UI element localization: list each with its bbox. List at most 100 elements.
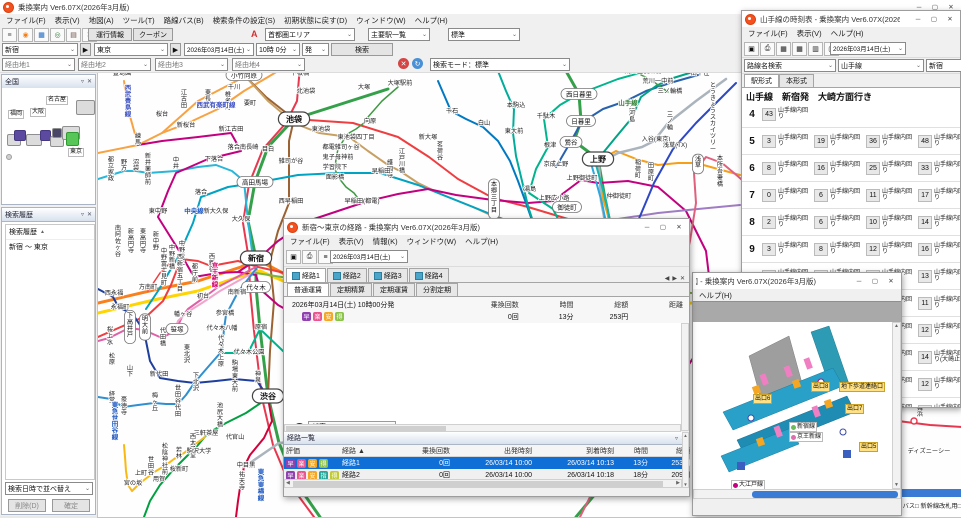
region-box-tokyo[interactable] [66, 132, 79, 146]
tab-route4[interactable]: 経路4 [408, 268, 449, 282]
minute-box[interactable]: 10 [866, 215, 880, 229]
from-station-input[interactable]: 新宿 ⌄ [2, 43, 78, 56]
timetable-cell[interactable]: 36 山手線内回り [866, 134, 918, 148]
column-header[interactable]: 評価 [284, 446, 342, 456]
menu-help[interactable]: ヘルプ(H) [699, 290, 732, 301]
fare-tab[interactable]: 定期精算 [330, 283, 372, 296]
tab-route2[interactable]: 経路2 [326, 268, 367, 282]
timetable-cell[interactable]: 25 山手線内回り [866, 161, 918, 175]
close-icon[interactable]: ✕ [87, 78, 92, 85]
history-item[interactable]: 新宿 ～ 東京 [6, 240, 94, 254]
route-date-select[interactable]: 2026年03月14日(土) ⌄ [330, 250, 408, 263]
confirm-button[interactable]: 確定 [52, 499, 90, 512]
pin-icon[interactable]: ▿ [675, 435, 678, 442]
toolbar-icon[interactable]: ▦ [776, 42, 791, 56]
toolbar-icon[interactable]: ▦ [34, 28, 49, 42]
stationmap-vscrollbar[interactable]: ▲ ▼ [892, 322, 901, 489]
timetable-cell[interactable]: 10山手線内回り [866, 215, 918, 229]
pin-icon[interactable]: ▿ [81, 78, 84, 85]
stationmap-hscrollbar[interactable] [693, 489, 901, 499]
menu-item[interactable]: 表示(V) [797, 28, 822, 39]
minute-box[interactable]: 12 [918, 377, 932, 391]
minute-box[interactable]: 43 [762, 107, 776, 121]
toolbar-icon[interactable]: ⎙ [302, 250, 317, 264]
search-mode-select[interactable]: 検索モード：標準 ⌄ [430, 58, 570, 71]
clear-stations-icon[interactable]: ✕ [398, 58, 409, 69]
timetable-cell[interactable]: 16山手線内回り [918, 242, 960, 256]
fare-tab[interactable]: 普通運賃 [287, 283, 329, 296]
maximize-icon[interactable]: ▢ [656, 222, 670, 233]
timetable-cell[interactable]: 13山手線内回り [918, 269, 960, 283]
toolbar-icon[interactable]: ⎙ [760, 42, 775, 56]
timetable-cell[interactable]: 48山手線内回り [918, 134, 960, 148]
timetable-cell[interactable]: 6山手線内回り [814, 215, 866, 229]
delete-button[interactable]: 削除(D) [8, 499, 46, 512]
minute-box[interactable]: 13 [918, 269, 932, 283]
swap-stations-icon[interactable]: ↻ [412, 58, 423, 69]
toolbar-icon[interactable]: ◉ [18, 28, 33, 42]
timetable-cell[interactable]: 2山手線内回り [762, 215, 814, 229]
timetable-cell[interactable]: 17山手線内回り [918, 188, 960, 202]
fare-tab[interactable]: 定期運賃 [373, 283, 415, 296]
minute-box[interactable]: 16 [918, 242, 932, 256]
route-list-row[interactable]: 早楽安得 経路1 0回 26/03/14 10:00 26/03/14 10:13 13分… [284, 457, 690, 469]
minute-box[interactable]: 13 [918, 404, 932, 407]
toolbar-icon[interactable]: ▣ [744, 42, 759, 56]
timetable-date-select[interactable]: 2026年03月14日(土) ⌄ [830, 42, 906, 55]
minute-box[interactable]: 48 [918, 134, 932, 148]
toolbar-icon[interactable]: ▣ [286, 250, 301, 264]
menu-item[interactable]: ヘルプ(H) [465, 236, 498, 247]
from-next-button[interactable]: ▶ [80, 43, 91, 56]
maximize-icon[interactable]: ▢ [927, 14, 941, 25]
map-style-select[interactable]: 標準 ⌄ [448, 28, 520, 41]
close-icon[interactable]: ✕ [87, 211, 92, 218]
menu-item[interactable]: ヘルプ(H) [831, 28, 864, 39]
timetable-cell[interactable]: 6山手線内回り [814, 188, 866, 202]
station-list-select[interactable]: 主要駅一覧 ⌄ [368, 28, 430, 41]
minute-box[interactable]: 14 [918, 350, 932, 364]
station-select[interactable]: 新宿 [926, 59, 961, 72]
via-3-input[interactable]: 経由地3 ⌄ [155, 58, 228, 71]
detail-hscrollbar[interactable] [284, 424, 681, 432]
menu-item[interactable]: 情報(K) [373, 236, 398, 247]
timetable-cell[interactable]: 14山手線内回り(大崎止) [918, 350, 960, 364]
timetable-cell[interactable]: 33山手線内回り [918, 161, 960, 175]
menu-item[interactable]: ツール(T) [123, 15, 155, 26]
toolbar-icon[interactable]: ▥ [808, 42, 823, 56]
minute-box[interactable]: 8 [814, 242, 828, 256]
toolbar-icon[interactable]: ≡ [2, 28, 17, 42]
timetable-cell[interactable]: 16山手線内回り [814, 161, 866, 175]
tab-train-format[interactable]: 本形式 [779, 74, 814, 87]
timetable-cell[interactable]: 8山手線内回り [814, 242, 866, 256]
close-icon[interactable]: ✕ [884, 276, 898, 287]
minute-box[interactable]: 11 [918, 296, 932, 310]
toolbar-icon[interactable]: ▤ [66, 28, 81, 42]
list-vscrollbar[interactable]: ▲ ▼ [682, 432, 689, 488]
timetable-cell[interactable]: 12山手線内回り [866, 242, 918, 256]
national-map-canvas[interactable]: 福岡 大阪 名古屋 東京 [2, 88, 95, 204]
timetable-cell[interactable]: 19 山手線内回り [814, 134, 866, 148]
search-button[interactable]: 検索 [331, 43, 393, 56]
stationmap-canvas[interactable]: 出口8地下歩道連絡口出口6出口7出口5出口4新宿線京王新線大江戸線丸ノ内線代々木 [693, 322, 892, 489]
line-select[interactable]: 山手線 ⌄ [838, 59, 924, 72]
toolbar-icon[interactable]: ◎ [50, 28, 65, 42]
operation-info-button[interactable]: 運行情報 [88, 28, 132, 41]
column-header[interactable]: 到着時刻 [532, 446, 614, 456]
column-header[interactable]: 乗換回数 [394, 446, 450, 456]
toolbar-icon[interactable]: ▦ [792, 42, 807, 56]
menu-item[interactable]: 路線バス(B) [164, 15, 204, 26]
timetable-cell[interactable]: 12山手線内回り [918, 323, 960, 337]
minute-box[interactable]: 6 [814, 215, 828, 229]
via-1-input[interactable]: 経由地1 ⌄ [2, 58, 75, 71]
tab-route3[interactable]: 経路3 [367, 268, 408, 282]
minimize-icon[interactable]: ─ [911, 14, 925, 25]
via-2-input[interactable]: 経由地2 ⌄ [78, 58, 151, 71]
menu-item[interactable]: ファイル(F) [290, 236, 330, 247]
line-search-select[interactable]: 路線名検索 ⌄ [744, 59, 836, 72]
timetable-cell[interactable]: 8山手線内回り [762, 161, 814, 175]
minute-box[interactable]: 11 [866, 188, 880, 202]
minute-box[interactable]: 19 [814, 134, 828, 148]
minute-box[interactable]: 33 [918, 161, 932, 175]
minimize-icon[interactable]: ─ [852, 276, 866, 287]
region-box-nagoya[interactable] [52, 128, 62, 138]
